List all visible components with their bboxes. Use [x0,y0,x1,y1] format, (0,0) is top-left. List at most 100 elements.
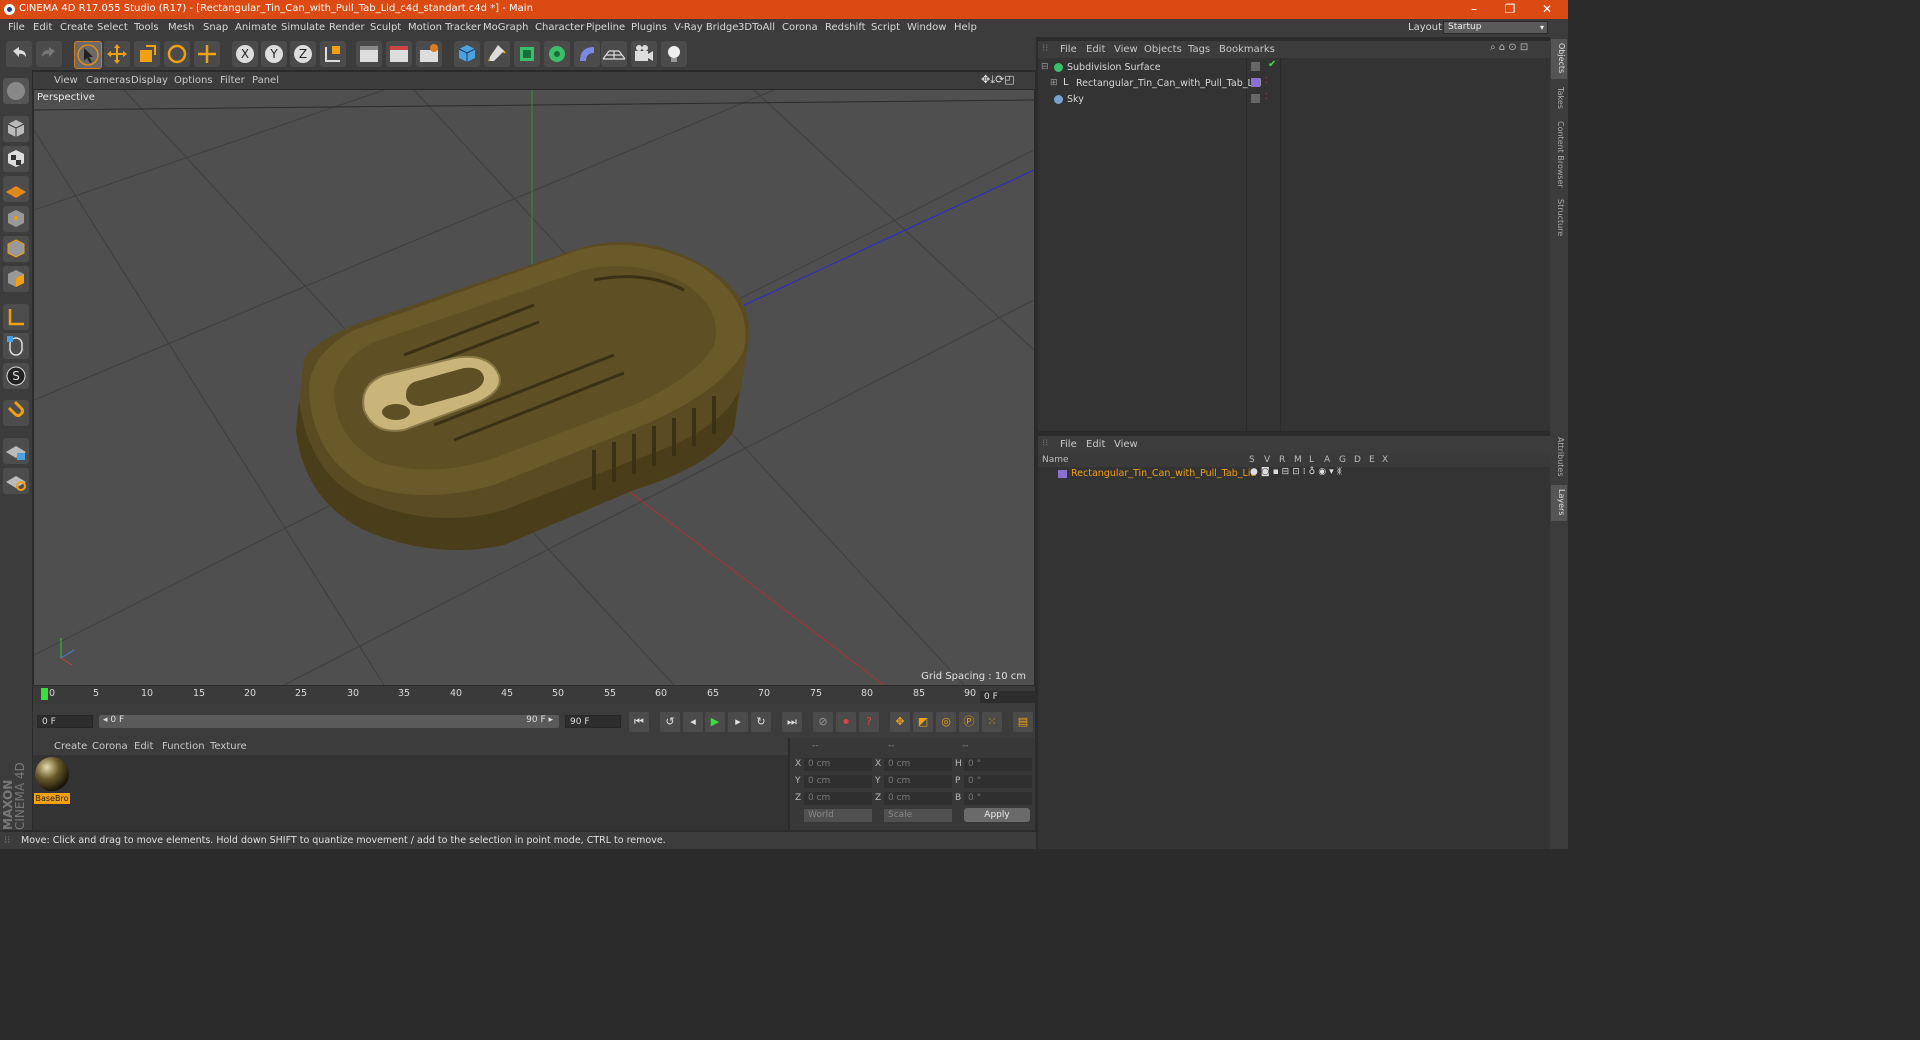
viewport-menu-display[interactable]: Display [131,75,168,86]
keyframe-selection-button[interactable]: ? [859,712,879,732]
menu-pipeline[interactable]: Pipeline [586,22,625,33]
menu-mograph[interactable]: MoGraph [483,22,528,33]
menu-animate[interactable]: Animate [235,22,277,33]
collapse-icon[interactable]: ⊟ [1041,62,1049,72]
snap-button[interactable]: S [3,363,29,389]
layer-row[interactable]: Rectangular_Tin_Can_with_Pull_Tab_Lid ●◙… [1038,467,1550,481]
rotation-track-button[interactable]: ◎ [936,712,956,732]
close-button[interactable]: ✕ [1531,1,1563,18]
menu-sculpt[interactable]: Sculpt [370,22,401,33]
size-x-field[interactable]: 0 cm [884,758,952,771]
menu-3dtoall[interactable]: 3DToAll [738,22,775,33]
lock-workplane-button[interactable] [3,438,29,464]
menu-file[interactable]: File [8,22,25,33]
layer-tag-icon[interactable] [1251,94,1260,103]
material-menu-corona[interactable]: Corona [92,741,128,752]
add-nurbs-button[interactable] [514,41,540,67]
record-active-objects-button[interactable]: ⊘ [813,712,833,732]
make-editable-button[interactable] [3,78,29,104]
menu-plugins[interactable]: Plugins [631,22,667,33]
add-light-button[interactable] [661,41,687,67]
timeline-ruler[interactable]: 0 5 10 15 20 25 30 35 40 45 50 55 60 65 … [33,686,1036,704]
viewport-menu-filter[interactable]: Filter [220,75,245,86]
layer-menu-file[interactable]: File [1060,439,1077,450]
workplane-mode-button[interactable] [3,176,29,202]
point-level-animation-button[interactable]: ⁙ [982,712,1002,732]
object-menu-tags[interactable]: Tags [1188,44,1210,55]
texture-mode-button[interactable] [3,146,29,172]
previous-frame-button[interactable]: ◂ [683,712,703,732]
points-mode-button[interactable] [3,206,29,232]
coordinate-system-button[interactable] [320,41,346,67]
restore-button[interactable]: ❐ [1494,1,1526,18]
menu-motion-tracker[interactable]: Motion Tracker [408,22,481,33]
menu-redshift[interactable]: Redshift [825,22,866,33]
play-button[interactable]: ▶ [705,712,725,732]
material-menu-texture[interactable]: Texture [210,741,247,752]
render-settings-button[interactable] [416,41,442,67]
perspective-viewport[interactable]: Perspective Grid Spacing : 10 cm [33,89,1035,686]
render-view-button[interactable] [356,41,382,67]
menu-edit[interactable]: Edit [33,22,52,33]
lock-z-axis-button[interactable]: Z [290,41,316,67]
polygons-mode-button[interactable] [3,266,29,292]
menu-help[interactable]: Help [954,22,977,33]
start-frame-field[interactable]: 0 F [37,715,93,728]
add-environment-button[interactable] [601,41,627,67]
redo-button[interactable] [36,41,62,67]
layer-tag-icon[interactable] [1251,62,1260,71]
timeline-window-button[interactable]: ▤ [1013,712,1033,732]
material-menu-function[interactable]: Function [162,741,205,752]
tab-objects[interactable]: Objects [1551,39,1567,79]
rotate-tool-button[interactable] [164,41,190,67]
live-selection-button[interactable] [74,41,102,69]
add-deformer-button[interactable] [574,41,600,67]
add-spline-button[interactable] [484,41,510,67]
menu-vray-bridge[interactable]: V-Ray Bridge [674,22,738,33]
size-y-field[interactable]: 0 cm [884,775,952,788]
layer-menu-view[interactable]: View [1114,439,1138,450]
scale-track-button[interactable]: ◩ [913,712,933,732]
tab-attributes[interactable]: Attributes [1552,437,1565,477]
menu-render[interactable]: Render [329,22,365,33]
coordinate-mode-select[interactable]: World [804,809,872,822]
menu-window[interactable]: Window [907,22,946,33]
lock-x-axis-button[interactable]: X [232,41,258,67]
material-menu-create[interactable]: Create [54,741,87,752]
add-camera-button[interactable] [631,41,657,67]
expand-icon[interactable]: ⊞ [1050,78,1058,88]
object-row-sky[interactable]: Sky ⁚ [1038,92,1550,108]
transform-tool-button[interactable] [194,41,220,67]
current-frame-field[interactable]: 0 F [980,691,1036,703]
next-key-button[interactable]: ↻ [751,712,771,732]
rotation-h-field[interactable]: 0 ° [964,758,1032,771]
object-menu-bookmarks[interactable]: Bookmarks [1219,44,1275,55]
parameter-track-button[interactable]: Ⓟ [959,712,979,732]
go-to-start-button[interactable]: ⏮ [629,712,649,732]
edges-mode-button[interactable] [3,236,29,262]
size-z-field[interactable]: 0 cm [884,792,952,805]
rotation-b-field[interactable]: 0 ° [964,792,1032,805]
object-menu-file[interactable]: File [1060,44,1077,55]
object-menu-objects[interactable]: Objects [1144,44,1182,55]
rotation-p-field[interactable]: 0 ° [964,775,1032,788]
tab-layers[interactable]: Layers [1551,485,1567,521]
planar-workplane-button[interactable] [3,468,29,494]
go-to-end-button[interactable]: ⏭ [782,712,802,732]
next-frame-button[interactable]: ▸ [728,712,748,732]
visibility-dots-icon[interactable]: ⁚ [1265,76,1268,85]
playhead[interactable] [41,688,48,700]
menu-corona[interactable]: Corona [782,22,818,33]
object-menu-view[interactable]: View [1114,44,1138,55]
menu-character[interactable]: Character [535,22,584,33]
layout-select[interactable]: Startup ▾ [1443,21,1548,34]
undo-button[interactable] [6,41,32,67]
object-menu-edit[interactable]: Edit [1086,44,1105,55]
tab-takes[interactable]: Takes [1552,87,1565,109]
tab-structure[interactable]: Structure [1552,199,1565,236]
layer-color-swatch[interactable] [1058,470,1067,478]
menu-simulate[interactable]: Simulate [281,22,325,33]
viewport-menu-view[interactable]: View [54,75,78,86]
menu-mesh[interactable]: Mesh [168,22,194,33]
material-menu-edit[interactable]: Edit [134,741,153,752]
